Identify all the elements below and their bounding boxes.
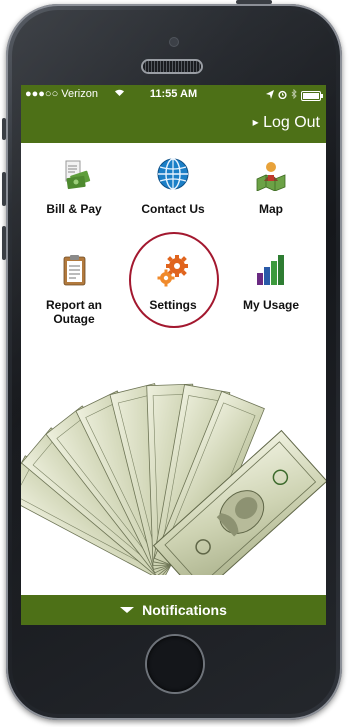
status-icons [266,88,323,102]
mute-switch [2,118,6,140]
tile-report-outage[interactable]: Report an Outage [24,253,124,326]
tile-bill-pay[interactable]: Bill & Pay [24,157,124,216]
app-screen: ●●●○○ Verizon 11:55 AM ▸ Log Out Bill & … [21,85,326,625]
caret-down-icon [120,607,135,613]
tile-label-map: Map [259,202,283,216]
clipboard-icon [24,253,124,292]
earpiece-speaker [143,61,201,72]
bluetooth-icon [291,88,297,102]
money-fan-image [21,383,326,575]
tile-label-contact-us: Contact Us [141,202,205,216]
notifications-label: Notifications [142,602,227,618]
volume-up-button [2,172,6,206]
logout-arrow-icon: ▸ [252,115,259,129]
bill-pay-icon [24,157,124,196]
tile-label-bill-pay: Bill & Pay [46,202,102,216]
bar-chart-icon [221,253,321,292]
tile-my-usage[interactable]: My Usage [221,253,321,312]
logout-button[interactable]: ▸ Log Out [253,114,320,132]
tile-map[interactable]: Map [221,157,321,216]
map-icon [221,157,321,196]
status-bar: ●●●○○ Verizon 11:55 AM [21,85,326,105]
tile-contact-us[interactable]: Contact Us [123,157,223,216]
battery-icon [301,90,323,101]
logout-label: Log Out [263,114,320,131]
alarm-icon [278,90,287,102]
location-arrow-icon [266,89,274,102]
notifications-bar[interactable]: Notifications [21,595,326,625]
globe-icon [123,157,223,196]
front-camera [170,38,178,46]
power-button [236,0,272,4]
home-button[interactable] [147,636,203,692]
app-header: ▸ Log Out [21,105,326,143]
settings-highlight-circle [129,232,219,328]
tile-label-my-usage: My Usage [242,298,300,312]
tile-label-report-outage: Report an Outage [45,298,102,326]
volume-down-button [2,226,6,260]
